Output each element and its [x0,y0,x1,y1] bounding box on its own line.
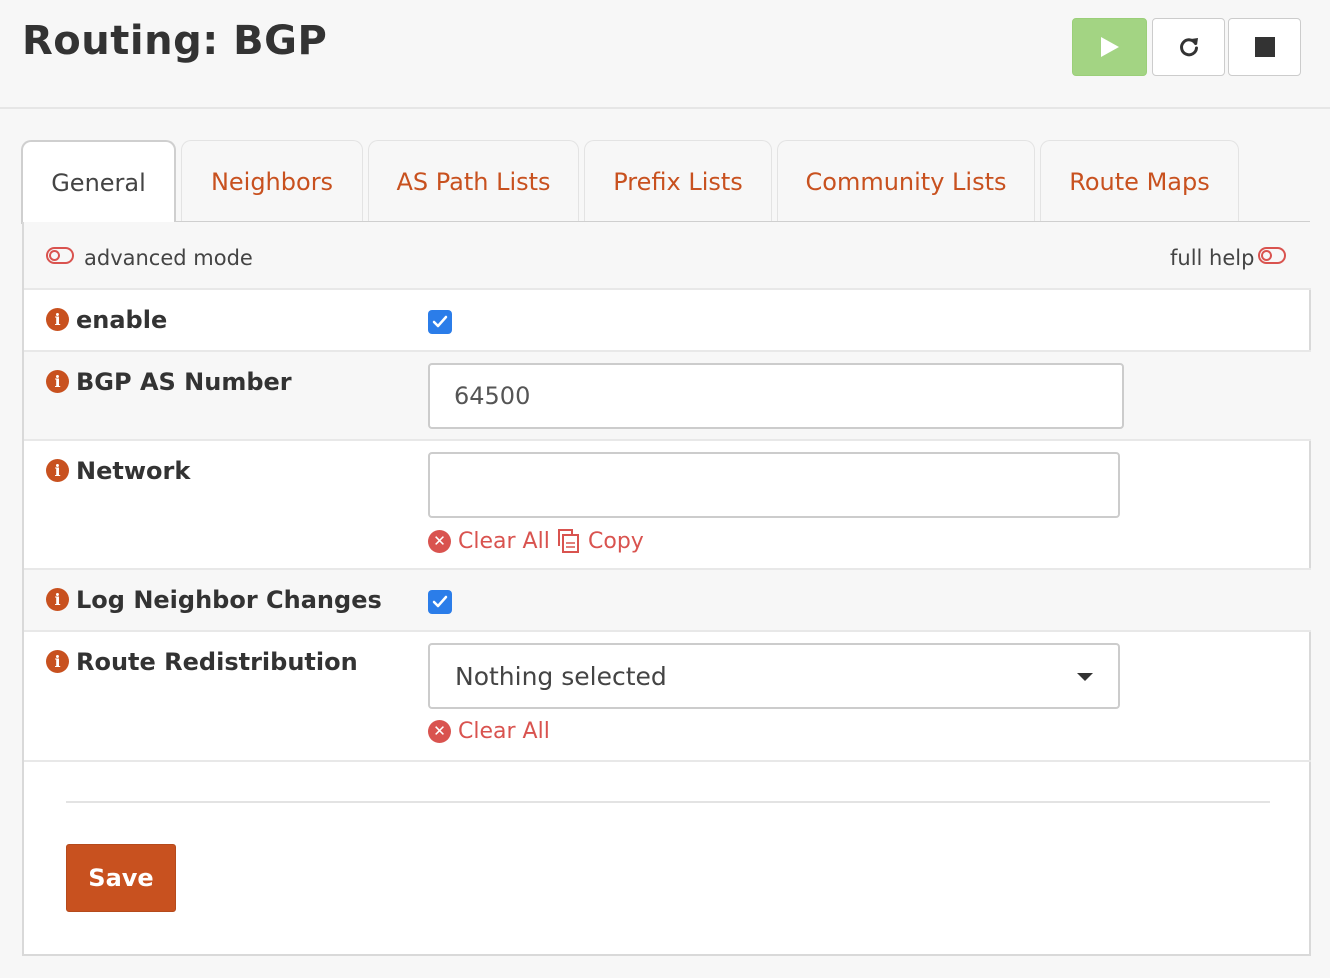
full-help-toggle-icon[interactable] [1258,247,1286,264]
log-neighbor-changes-row: i Log Neighbor Changes [24,570,1311,632]
advanced-mode-label[interactable]: advanced mode [84,246,253,270]
info-icon[interactable]: i [46,459,69,482]
stop-icon [1254,37,1275,57]
clear-icon: ✕ [428,530,451,553]
info-icon[interactable]: i [46,650,69,673]
copy-label: Copy [588,528,644,554]
tab-neighbors[interactable]: Neighbors [181,140,363,222]
log-neighbor-changes-checkbox[interactable] [428,590,452,614]
refresh-icon [1179,38,1198,57]
select-value: Nothing selected [455,662,667,691]
log-neighbor-changes-label: Log Neighbor Changes [76,586,382,614]
checkmark-icon [432,315,448,328]
divider [66,801,1270,803]
tab-general[interactable]: General [21,140,176,224]
stop-service-button[interactable] [1228,18,1301,76]
network-copy-link[interactable]: Copy [554,528,644,554]
info-icon[interactable]: i [46,308,69,331]
restart-service-button[interactable] [1152,18,1225,76]
as-number-label: BGP AS Number [76,368,292,396]
as-number-row: i BGP AS Number [24,352,1311,441]
chevron-down-icon [1077,673,1093,681]
enable-checkbox[interactable] [428,310,452,334]
route-redistribution-clear-all-link[interactable]: ✕ Clear All [428,719,550,744]
clear-all-label: Clear All [458,529,550,554]
save-button[interactable]: Save [66,844,176,912]
network-label: Network [76,457,191,485]
page-header: Routing: BGP [0,0,1330,109]
checkmark-icon [432,595,448,608]
route-redistribution-row: i Route Redistribution Nothing selected … [24,632,1311,762]
tab-route-maps[interactable]: Route Maps [1040,140,1239,222]
page-title: Routing: BGP [22,18,328,64]
start-service-button[interactable] [1072,18,1147,76]
tab-as-path-lists[interactable]: AS Path Lists [368,140,579,222]
info-icon[interactable]: i [46,588,69,611]
settings-panel: advanced mode full help i enable i BGP A… [22,222,1311,956]
play-icon [1100,37,1119,57]
enable-row: i enable [24,290,1311,352]
full-help-label[interactable]: full help [1170,246,1254,270]
info-icon[interactable]: i [46,370,69,393]
route-redistribution-select[interactable]: Nothing selected [428,643,1120,709]
advanced-mode-toggle-icon[interactable] [46,247,74,264]
enable-label: enable [76,306,168,334]
tab-prefix-lists[interactable]: Prefix Lists [584,140,772,222]
mode-row: advanced mode full help [24,222,1311,290]
network-input[interactable] [428,452,1120,518]
clear-all-label: Clear All [458,719,550,744]
network-row: i Network ✕ Clear All Copy [24,441,1311,570]
tab-community-lists[interactable]: Community Lists [777,140,1035,222]
network-clear-all-link[interactable]: ✕ Clear All [428,529,550,554]
copy-icon [558,529,579,553]
route-redistribution-label: Route Redistribution [76,648,358,676]
clear-icon: ✕ [428,720,451,743]
as-number-input[interactable] [428,363,1124,429]
